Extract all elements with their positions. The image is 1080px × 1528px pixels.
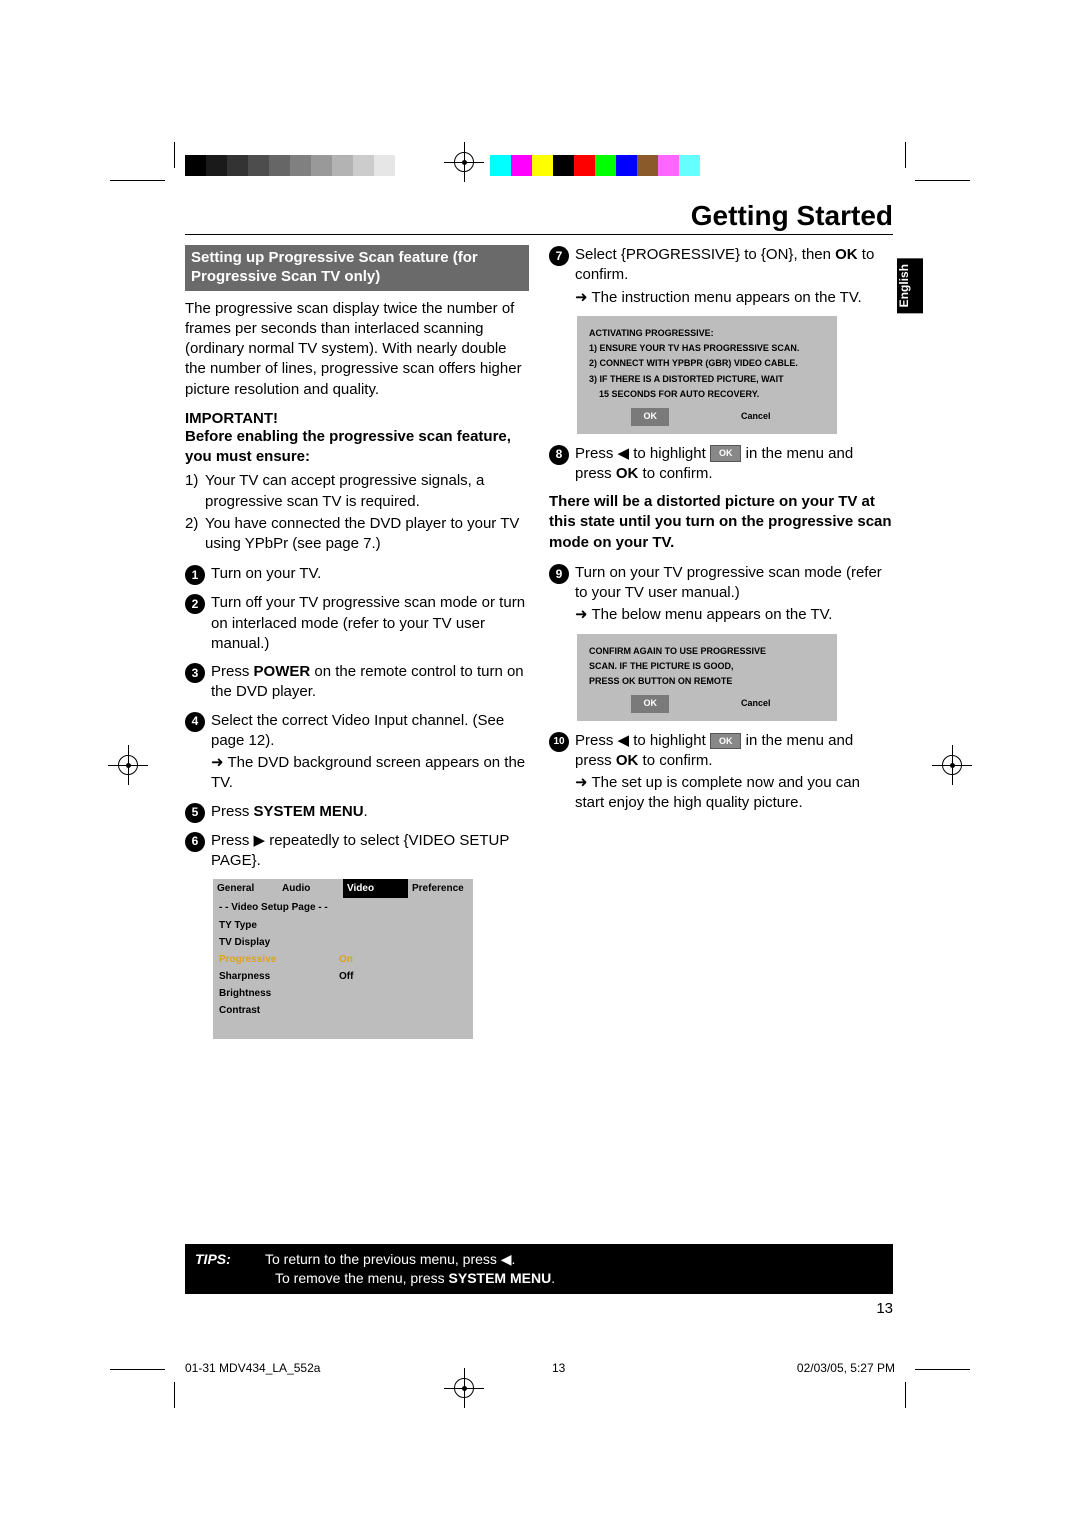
step-10: 10Press ◀ to highlight OK in the menu an…: [549, 731, 893, 772]
important-label: IMPORTANT!: [185, 410, 529, 427]
right-column: 7Select {PROGRESSIVE} to {ON}, then OK t…: [549, 245, 893, 1043]
step-4-result: The DVD background screen appears on the…: [185, 753, 529, 794]
step-6: 6Press ▶ repeatedly to select {VIDEO SET…: [185, 831, 529, 872]
osd-subtitle: - - Video Setup Page - -: [213, 898, 473, 917]
intro-text: The progressive scan display twice the n…: [185, 299, 529, 400]
registration-mark-top: [444, 142, 484, 182]
ensure-list: 1)Your TV can accept progressive signals…: [185, 471, 529, 554]
step-text: Press SYSTEM MENU.: [211, 802, 529, 823]
page-title: Getting Started: [185, 200, 893, 235]
tips-line-1: To return to the previous menu, press ◀.: [265, 1251, 515, 1267]
step-text: Press ◀ to highlight OK in the menu and …: [575, 731, 893, 772]
language-tab: English: [897, 258, 923, 313]
page-content: Getting Started English Setting up Progr…: [185, 200, 893, 1043]
crop-mark-tr: [905, 142, 970, 182]
osd-video-setup-menu: General Audio Video Preference - - Video…: [213, 879, 473, 1039]
step-text: Turn on your TV progressive scan mode (r…: [575, 563, 893, 604]
dialog-cancel-button: Cancel: [729, 408, 783, 425]
dialog-line: 2) CONNECT WITH YPBPR (GBR) VIDEO CABLE.: [589, 356, 825, 371]
osd-activating-dialog: ACTIVATING PROGRESSIVE: 1) ENSURE YOUR T…: [577, 316, 837, 434]
osd-tab-general: General: [213, 879, 278, 898]
step-text: Select the correct Video Input channel. …: [211, 711, 529, 752]
step-3: 3Press POWER on the remote control to tu…: [185, 662, 529, 703]
dialog-line: 3) IF THERE IS A DISTORTED PICTURE, WAIT: [589, 372, 825, 387]
list-number: 1): [185, 471, 205, 512]
registration-mark-right: [932, 745, 972, 785]
osd-tab-video: Video: [343, 879, 408, 898]
step-text: Turn off your TV progressive scan mode o…: [211, 593, 529, 654]
list-number: 2): [185, 514, 205, 555]
step-text: Press ▶ repeatedly to select {VIDEO SETU…: [211, 831, 529, 872]
grayscale-swatches: [185, 155, 416, 176]
dialog-ok-button: OK: [631, 695, 669, 712]
dialog-cancel-button: Cancel: [729, 695, 783, 712]
dialog-line: SCAN. IF THE PICTURE IS GOOD,: [589, 659, 825, 674]
registration-bottom: [0, 1358, 1080, 1528]
left-column: Setting up Progressive Scan feature (for…: [185, 245, 529, 1043]
section-header: Setting up Progressive Scan feature (for…: [185, 245, 529, 291]
crop-mark-br: [905, 1368, 970, 1408]
list-text: You have connected the DVD player to you…: [205, 514, 529, 555]
color-swatches: [490, 155, 742, 176]
step-1: 1Turn on your TV.: [185, 564, 529, 585]
step-9-result: The below menu appears on the TV.: [549, 605, 893, 625]
step-7: 7Select {PROGRESSIVE} to {ON}, then OK t…: [549, 245, 893, 286]
step-8: 8Press ◀ to highlight OK in the menu and…: [549, 444, 893, 485]
tips-line-2: To remove the menu, press SYSTEM MENU.: [275, 1270, 555, 1286]
tips-label: TIPS:: [195, 1250, 265, 1269]
osd-tab-preference: Preference: [408, 879, 473, 898]
tips-bar: TIPS:To return to the previous menu, pre…: [185, 1244, 893, 1294]
step-7-result: The instruction menu appears on the TV.: [549, 288, 893, 308]
step-9: 9Turn on your TV progressive scan mode (…: [549, 563, 893, 604]
step-text: Press POWER on the remote control to tur…: [211, 662, 529, 703]
ok-badge-icon: OK: [710, 445, 742, 461]
dialog-line: CONFIRM AGAIN TO USE PROGRESSIVE: [589, 644, 825, 659]
osd-rows: TY TypeTV DisplayProgressiveOnSharpnessO…: [213, 917, 473, 1039]
footer-meta: 01-31 MDV434_LA_552a 13 02/03/05, 5:27 P…: [185, 1361, 895, 1375]
crop-mark-bl: [110, 1368, 175, 1408]
step-4: 4Select the correct Video Input channel.…: [185, 711, 529, 752]
step-5: 5Press SYSTEM MENU.: [185, 802, 529, 823]
distortion-warning: There will be a distorted picture on you…: [549, 492, 893, 553]
footer-date: 02/03/05, 5:27 PM: [797, 1361, 895, 1375]
dialog-line: ACTIVATING PROGRESSIVE:: [589, 326, 825, 341]
page-number: 13: [876, 1300, 893, 1317]
dialog-line: 15 SECONDS FOR AUTO RECOVERY.: [589, 387, 825, 402]
osd-confirm-dialog: CONFIRM AGAIN TO USE PROGRESSIVE SCAN. I…: [577, 634, 837, 721]
crop-mark-tl: [110, 142, 175, 182]
step-2: 2Turn off your TV progressive scan mode …: [185, 593, 529, 654]
step-text: Press ◀ to highlight OK in the menu and …: [575, 444, 893, 485]
registration-mark-left: [108, 745, 148, 785]
dialog-line: 1) ENSURE YOUR TV HAS PROGRESSIVE SCAN.: [589, 341, 825, 356]
ok-badge-icon: OK: [710, 733, 742, 749]
step-text: Select {PROGRESSIVE} to {ON}, then OK to…: [575, 245, 893, 286]
registration-top: [0, 0, 1080, 195]
step-text: Turn on your TV.: [211, 564, 529, 585]
osd-tab-audio: Audio: [278, 879, 343, 898]
dialog-line: PRESS OK BUTTON ON REMOTE: [589, 674, 825, 689]
footer-page: 13: [552, 1361, 565, 1375]
step-10-result: The set up is complete now and you can s…: [549, 773, 893, 814]
list-text: Your TV can accept progressive signals, …: [205, 471, 529, 512]
important-text: Before enabling the progressive scan fea…: [185, 427, 529, 468]
dialog-ok-button: OK: [631, 408, 669, 425]
footer-file: 01-31 MDV434_LA_552a: [185, 1361, 320, 1375]
